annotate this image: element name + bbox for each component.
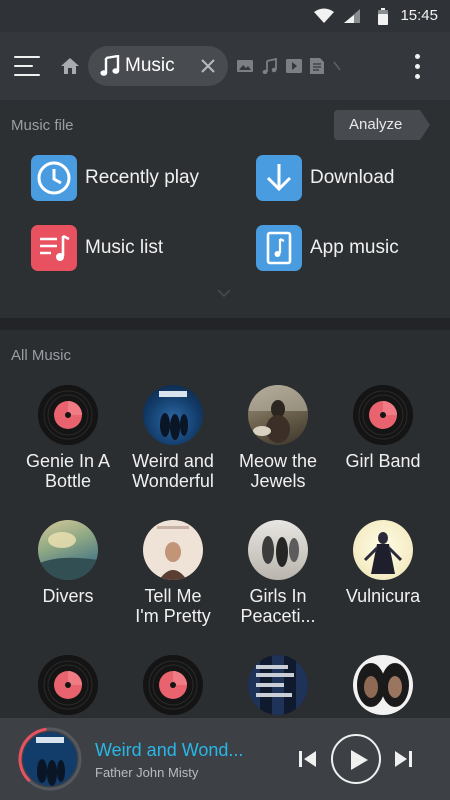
album-item[interactable] bbox=[224, 655, 332, 715]
close-icon[interactable] bbox=[200, 58, 216, 74]
vinyl-placeholder-icon bbox=[353, 385, 413, 445]
section-title: Music file bbox=[11, 117, 74, 134]
video-icon[interactable] bbox=[286, 58, 302, 74]
image-icon[interactable] bbox=[236, 58, 254, 74]
music-note-icon bbox=[100, 55, 120, 76]
category-recently-play[interactable]: Recently play bbox=[31, 155, 231, 201]
album-title: Meow the bbox=[238, 451, 318, 471]
battery-icon bbox=[378, 8, 388, 25]
clock-icon bbox=[31, 155, 77, 201]
playlist-icon bbox=[31, 225, 77, 271]
album-item[interactable]: Divers bbox=[14, 520, 122, 606]
more-vertical-icon[interactable] bbox=[410, 52, 426, 80]
album-item[interactable] bbox=[14, 655, 122, 715]
skip-previous-icon[interactable] bbox=[298, 749, 318, 769]
music-file-section: Music file Analyze Recently play Downloa… bbox=[0, 100, 450, 318]
album-title: Tell Me bbox=[144, 586, 202, 606]
chevron-down-icon[interactable] bbox=[217, 289, 231, 297]
signal-icon bbox=[344, 9, 360, 23]
download-icon bbox=[256, 155, 302, 201]
album-cover bbox=[38, 520, 98, 580]
album-item[interactable]: Tell Me I'm Pretty bbox=[119, 520, 227, 626]
album-item[interactable]: Weird and Wonderful bbox=[119, 385, 227, 491]
album-item[interactable]: Girls In Peaceti... bbox=[224, 520, 332, 626]
album-item[interactable]: Girl Band bbox=[329, 385, 437, 471]
album-title: Bottle bbox=[44, 471, 92, 491]
vinyl-placeholder-icon bbox=[38, 655, 98, 715]
album-cover bbox=[248, 655, 308, 715]
category-label: Recently play bbox=[85, 167, 200, 188]
home-icon[interactable] bbox=[60, 56, 80, 76]
vinyl-placeholder-icon bbox=[38, 385, 98, 445]
status-bar: 15:45 bbox=[0, 0, 450, 32]
now-playing-art[interactable] bbox=[18, 727, 82, 791]
category-label: Music list bbox=[85, 237, 164, 258]
status-time: 15:45 bbox=[400, 7, 438, 24]
all-music-section: All Music Genie In A Bottle Weird and Wo… bbox=[0, 330, 450, 718]
vinyl-placeholder-icon bbox=[143, 655, 203, 715]
analyze-button[interactable]: Analyze bbox=[334, 110, 430, 140]
album-cover bbox=[248, 385, 308, 445]
album-item[interactable] bbox=[329, 655, 437, 715]
section-title: All Music bbox=[11, 347, 72, 364]
tab-label: Music bbox=[125, 55, 175, 76]
category-app-music[interactable]: App music bbox=[256, 225, 450, 271]
section-divider bbox=[0, 318, 450, 330]
now-playing-bar[interactable]: Weird and Wond... Father John Misty bbox=[0, 718, 450, 800]
album-title: Vulnicura bbox=[345, 586, 421, 606]
album-title: Jewels bbox=[250, 471, 306, 491]
category-label: Download bbox=[310, 167, 395, 188]
album-item[interactable] bbox=[119, 655, 227, 715]
document-icon[interactable] bbox=[332, 58, 342, 74]
skip-next-icon[interactable] bbox=[393, 749, 413, 769]
album-title: Divers bbox=[42, 586, 94, 606]
music-file-icon bbox=[256, 225, 302, 271]
hamburger-menu-icon[interactable] bbox=[14, 52, 44, 80]
category-label: App music bbox=[310, 237, 399, 258]
analyze-label: Analyze bbox=[349, 116, 403, 133]
top-bar: Music bbox=[0, 32, 450, 100]
play-button[interactable] bbox=[331, 734, 381, 784]
album-title: Peaceti... bbox=[240, 606, 316, 626]
now-playing-artist: Father John Misty bbox=[95, 765, 199, 780]
album-title: Genie In A bbox=[25, 451, 111, 471]
album-item[interactable]: Genie In A Bottle bbox=[14, 385, 122, 491]
album-title: I'm Pretty bbox=[135, 606, 211, 626]
album-title: Wonderful bbox=[132, 471, 214, 491]
document-icon[interactable] bbox=[310, 58, 324, 74]
album-cover bbox=[143, 520, 203, 580]
wifi-icon bbox=[314, 8, 334, 23]
album-cover bbox=[248, 520, 308, 580]
album-cover bbox=[353, 655, 413, 715]
album-title: Girls In bbox=[249, 586, 307, 606]
category-music-list[interactable]: Music list bbox=[31, 225, 231, 271]
music-note-icon[interactable] bbox=[262, 58, 278, 74]
album-cover bbox=[353, 520, 413, 580]
category-download[interactable]: Download bbox=[256, 155, 450, 201]
album-item[interactable]: Vulnicura bbox=[329, 520, 437, 606]
play-icon bbox=[351, 750, 368, 770]
album-item[interactable]: Meow the Jewels bbox=[224, 385, 332, 491]
album-title: Weird and bbox=[132, 451, 214, 471]
album-title: Girl Band bbox=[345, 451, 421, 471]
tab-music[interactable]: Music bbox=[88, 46, 228, 86]
album-cover bbox=[143, 385, 203, 445]
now-playing-title: Weird and Wond... bbox=[95, 740, 244, 760]
